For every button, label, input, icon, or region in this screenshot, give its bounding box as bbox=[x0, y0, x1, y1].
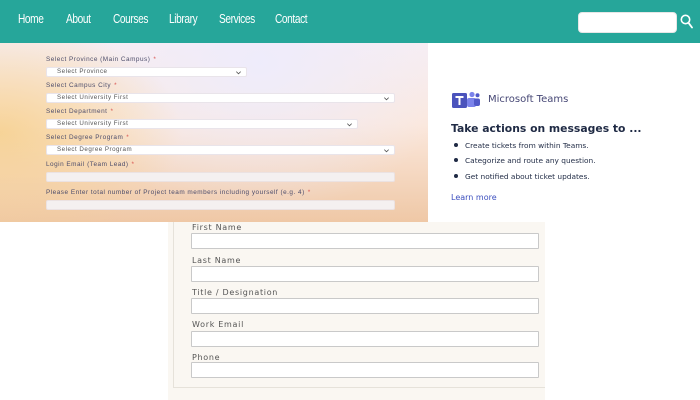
work-email-input[interactable] bbox=[191, 331, 539, 347]
work-email-label: Work Email bbox=[192, 320, 244, 329]
teams-bullet-item: Get notified about ticket updates. bbox=[454, 172, 590, 181]
department-label: Select Department * bbox=[46, 108, 114, 115]
title-designation-input[interactable] bbox=[191, 298, 539, 314]
campus-city-select[interactable]: Select University First bbox=[46, 93, 395, 103]
search-input[interactable] bbox=[578, 12, 677, 33]
degree-program-select[interactable]: Select Degree Program bbox=[46, 145, 395, 155]
teams-logo-icon bbox=[452, 91, 480, 108]
nav-courses[interactable]: Courses bbox=[113, 11, 148, 26]
learn-more-link[interactable]: Learn more bbox=[451, 193, 497, 202]
login-email-input[interactable] bbox=[46, 172, 395, 182]
first-name-input[interactable] bbox=[191, 233, 539, 249]
campus-city-select-value: Select University First bbox=[57, 94, 129, 101]
department-select[interactable]: Select University First bbox=[46, 119, 358, 129]
province-select[interactable]: Select Province bbox=[46, 67, 247, 77]
first-name-label: First Name bbox=[192, 223, 242, 232]
top-navbar: Home About Courses Library Services Cont… bbox=[0, 0, 700, 43]
chevron-down-icon bbox=[384, 97, 389, 101]
campus-city-label: Select Campus City * bbox=[46, 82, 118, 89]
last-name-label: Last Name bbox=[192, 256, 242, 265]
phone-input[interactable] bbox=[191, 362, 539, 378]
nav-contact[interactable]: Contact bbox=[275, 11, 308, 26]
title-designation-label: Title / Designation bbox=[192, 288, 279, 297]
nav-home[interactable]: Home bbox=[18, 11, 44, 26]
province-label: Select Province (Main Campus) * bbox=[46, 56, 157, 63]
teams-heading: Take actions on messages to ... bbox=[451, 122, 642, 135]
teams-product-name: Microsoft Teams bbox=[488, 94, 569, 105]
chevron-down-icon bbox=[236, 71, 241, 75]
department-select-value: Select University First bbox=[57, 120, 129, 127]
teams-bullet-item: Categorize and route any question. bbox=[454, 156, 596, 165]
team-members-input[interactable] bbox=[46, 200, 395, 210]
nav-about[interactable]: About bbox=[66, 11, 91, 26]
team-members-label: Please Enter total number of Project tea… bbox=[46, 189, 311, 196]
login-email-label: Login Email (Team Lead) * bbox=[46, 161, 135, 168]
chevron-down-icon bbox=[384, 149, 389, 153]
chevron-down-icon bbox=[347, 123, 352, 127]
degree-program-select-value: Select Degree Program bbox=[57, 146, 133, 153]
search-icon[interactable] bbox=[680, 14, 693, 29]
teams-bullet-item: Create tickets from within Teams. bbox=[454, 141, 589, 150]
province-select-value: Select Province bbox=[57, 68, 108, 75]
nav-library[interactable]: Library bbox=[169, 11, 198, 26]
phone-label: Phone bbox=[192, 353, 221, 362]
last-name-input[interactable] bbox=[191, 266, 539, 282]
nav-services[interactable]: Services bbox=[219, 11, 255, 26]
degree-program-label: Select Degree Program * bbox=[46, 134, 130, 141]
